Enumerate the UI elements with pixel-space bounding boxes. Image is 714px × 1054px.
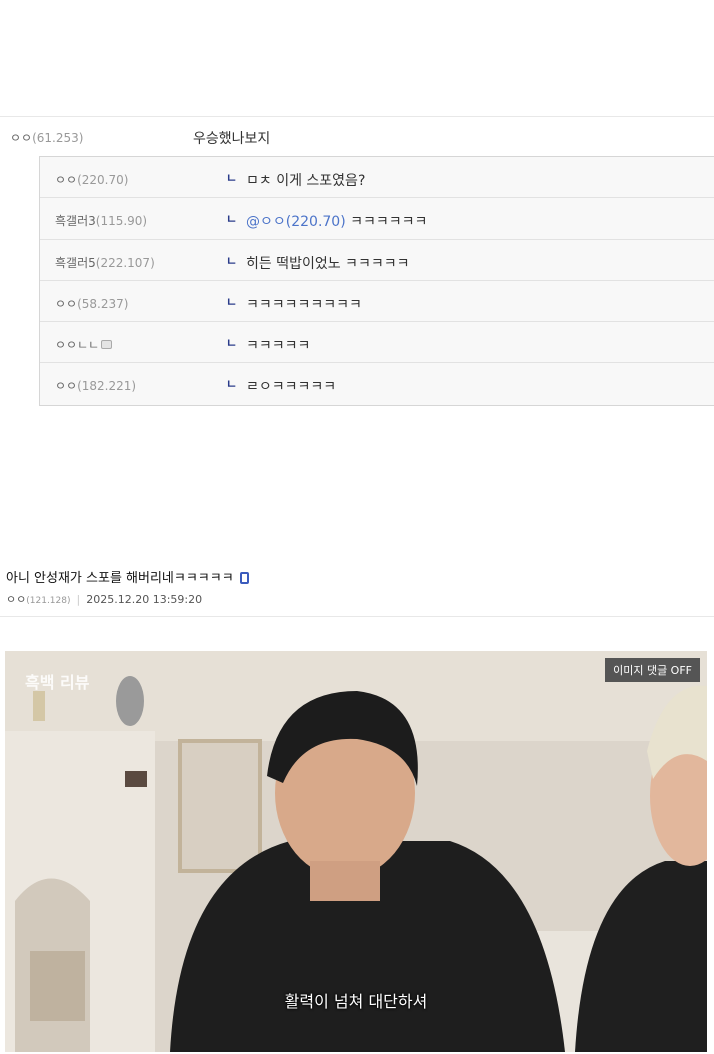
post-image[interactable]: 흑백 리뷰 이미지 댓글 OFF 활력이 넘쳐 대단하셔 bbox=[5, 651, 707, 1052]
post-author-ip: (121.128) bbox=[26, 596, 71, 606]
comment-text: 우승했나보지 bbox=[193, 131, 271, 147]
reply-text: ㅋㅋㅋㅋㅋㅋㅋㅋㅋ bbox=[246, 296, 362, 313]
reply-item: 흑갤러5(222.107) ㄴ 히든 떡밥이었노 ㅋㅋㅋㅋㅋ bbox=[40, 240, 714, 281]
reply-author[interactable]: 흑갤러3(115.90) bbox=[55, 212, 147, 229]
comment-ip: (61.253) bbox=[32, 131, 84, 145]
reply-arrow-icon: ㄴ bbox=[226, 212, 238, 227]
post-author[interactable]: ㅇㅇ bbox=[6, 593, 26, 606]
reply-author[interactable]: ㅇㅇㄴㄴ bbox=[55, 336, 113, 353]
reply-arrow-icon: ㄴ bbox=[226, 294, 238, 309]
reply-arrow-icon: ㄴ bbox=[226, 377, 238, 392]
reply-item: ㅇㅇ(220.70) ㄴ ㅁㅊ 이게 스포였음? bbox=[40, 157, 714, 199]
channel-watermark: 흑백 리뷰 bbox=[25, 673, 90, 692]
reply-item: ㅇㅇㄴㄴ ㄴ ㅋㅋㅋㅋㅋ bbox=[40, 322, 714, 364]
reply-text: ㄹㅇㅋㅋㅋㅋㅋ bbox=[246, 379, 337, 396]
reply-author[interactable]: ㅇㅇ(182.221) bbox=[55, 377, 136, 394]
comment-author[interactable]: ㅇㅇ(61.253) bbox=[10, 129, 83, 146]
video-subtitle: 활력이 넘쳐 대단하셔 bbox=[284, 992, 428, 1011]
image-comment-toggle-button[interactable]: 이미지 댓글 OFF bbox=[605, 658, 700, 682]
reply-text: ㅁㅊ 이게 스포였음? bbox=[246, 173, 366, 189]
post-datetime: 2025.12.20 13:59:20 bbox=[86, 593, 203, 606]
reply-item: ㅇㅇ(182.221) ㄴ ㄹㅇㅋㅋㅋㅋㅋ bbox=[40, 363, 714, 404]
reply-arrow-icon: ㄴ bbox=[226, 336, 238, 351]
comment-section: ㅇㅇ(61.253) 우승했나보지 ㅇㅇ(220.70) ㄴ ㅁㅊ 이게 스포였… bbox=[0, 116, 714, 406]
member-icon bbox=[101, 340, 113, 350]
post-title[interactable]: 아니 안성재가 스포를 해버리네ㅋㅋㅋㅋㅋ bbox=[6, 567, 249, 586]
reply-item: 흑갤러3(115.90) ㄴ @ㅇㅇ(220.70) ㅋㅋㅋㅋㅋㅋ bbox=[40, 198, 714, 240]
reply-author[interactable]: 흑갤러5(222.107) bbox=[55, 254, 155, 271]
post-meta: ㅇㅇ(121.128) | 2025.12.20 13:59:20 bbox=[6, 591, 202, 607]
mobile-icon bbox=[239, 571, 249, 584]
reply-text: @ㅇㅇ(220.70) ㅋㅋㅋㅋㅋㅋ bbox=[246, 214, 428, 231]
post-header: 아니 안성재가 스포를 해버리네ㅋㅋㅋㅋㅋ ㅇㅇ(121.128) | 2025.1… bbox=[0, 560, 714, 617]
reply-arrow-icon: ㄴ bbox=[226, 253, 238, 268]
reply-list: ㅇㅇ(220.70) ㄴ ㅁㅊ 이게 스포였음? 흑갤러3(115.90) ㄴ … bbox=[39, 156, 714, 406]
mention-link[interactable]: @ㅇㅇ(220.70) bbox=[246, 214, 346, 230]
reply-item: ㅇㅇ(58.237) ㄴ ㅋㅋㅋㅋㅋㅋㅋㅋㅋ bbox=[40, 281, 714, 323]
reply-text: 히든 떡밥이었노 ㅋㅋㅋㅋㅋ bbox=[246, 255, 410, 272]
comment-item: ㅇㅇ(61.253) 우승했나보지 bbox=[0, 117, 714, 157]
reply-text: ㅋㅋㅋㅋㅋ bbox=[246, 338, 311, 355]
reply-author[interactable]: ㅇㅇ(58.237) bbox=[55, 295, 128, 312]
meta-separator: | bbox=[76, 593, 81, 606]
reply-author[interactable]: ㅇㅇ(220.70) bbox=[55, 171, 128, 188]
reply-arrow-icon: ㄴ bbox=[226, 171, 238, 185]
